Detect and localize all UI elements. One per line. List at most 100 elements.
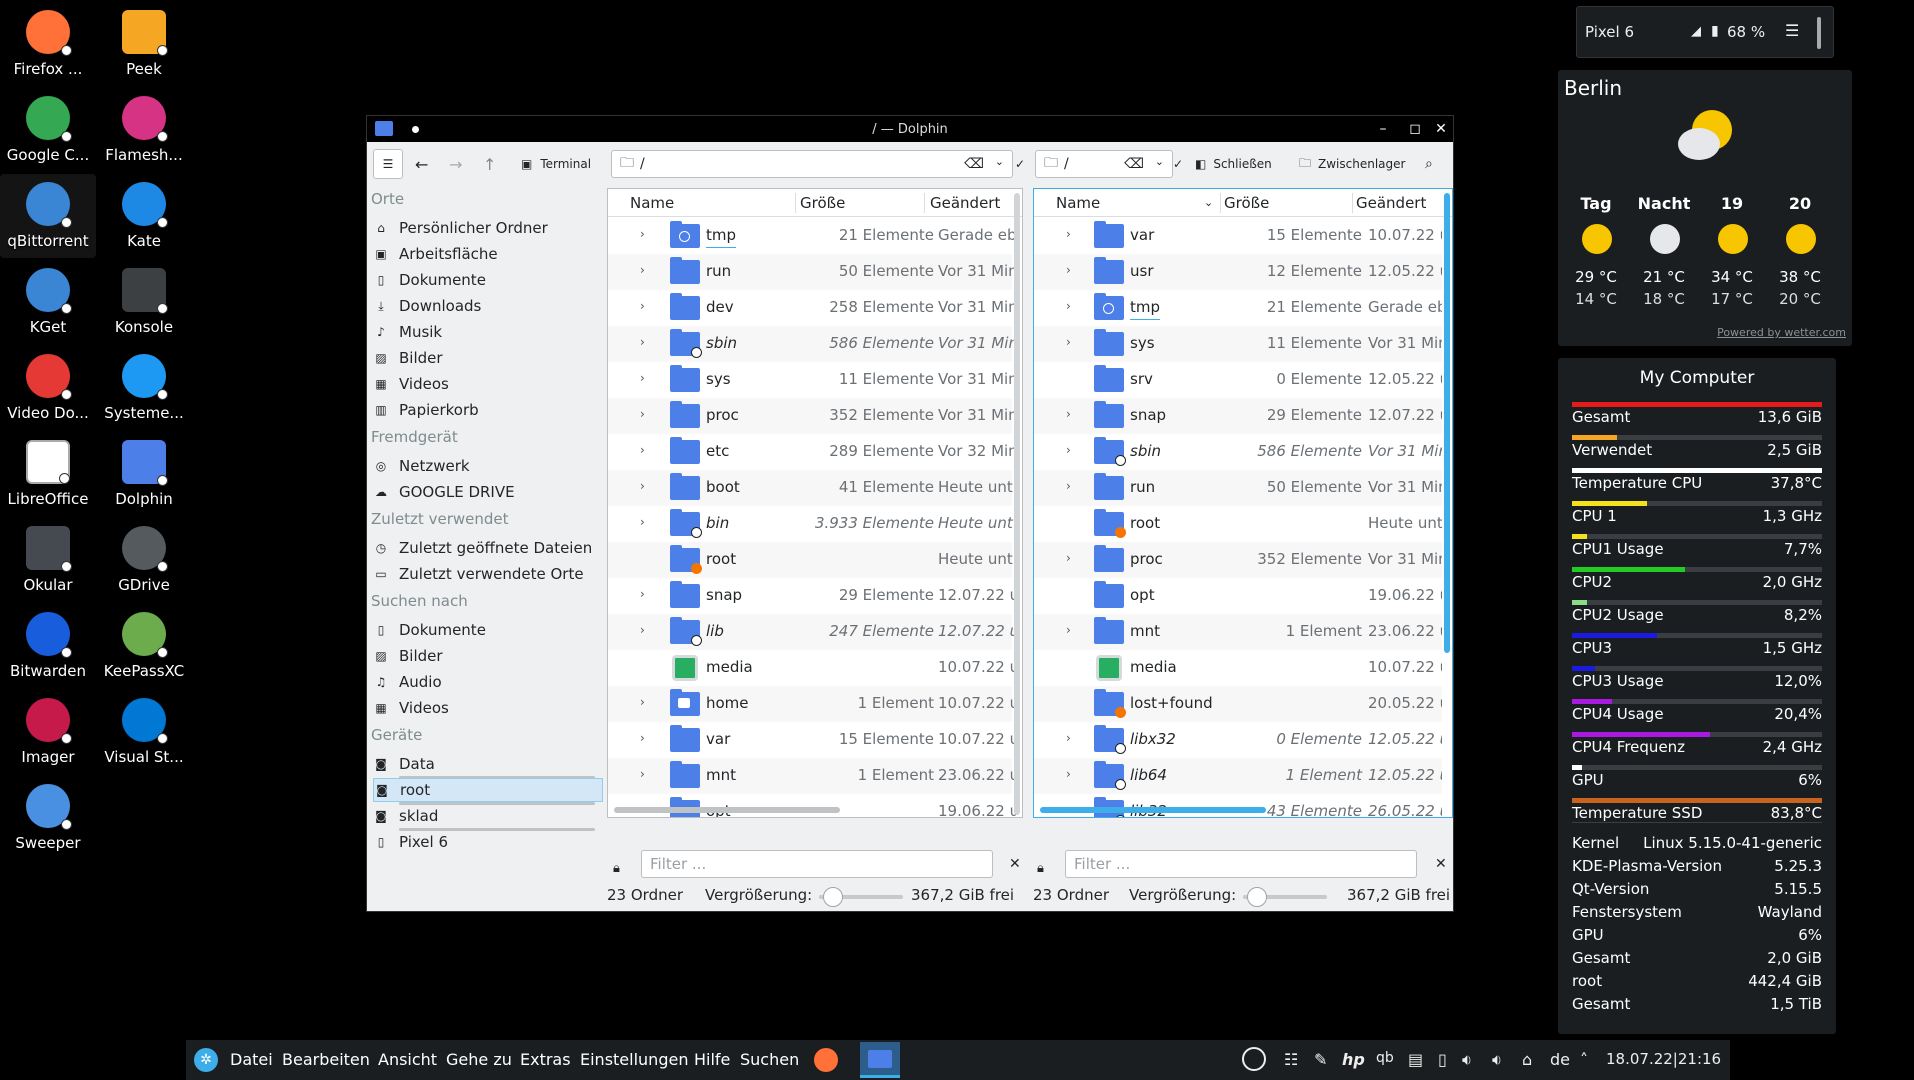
right-zoom-slider[interactable] — [1243, 887, 1327, 907]
up-button[interactable]: ↑ — [483, 149, 496, 179]
places-item[interactable]: ◙ root — [373, 778, 603, 802]
notes-icon[interactable]: ☷ — [1284, 1050, 1298, 1069]
close-split-button[interactable]: ◧ Schließen — [1195, 149, 1272, 179]
search-button[interactable]: ⌕ — [1425, 149, 1433, 179]
expand-chevron-icon[interactable]: › — [1066, 551, 1071, 565]
pen-icon[interactable]: ✎ — [1314, 1050, 1327, 1069]
expand-chevron-icon[interactable]: › — [640, 299, 645, 313]
file-row[interactable]: opt19.06.22 u — [608, 794, 1016, 817]
desktop-icon[interactable]: Kate — [96, 174, 192, 258]
file-row[interactable]: › sbin 586 Elemente Vor 31 Min — [1034, 434, 1442, 470]
kdeconnect-widget[interactable]: Pixel 6 ◢ ▮ 68 % ☰ — [1576, 6, 1834, 58]
close-filter-icon[interactable]: ✕ — [1009, 856, 1021, 872]
column-name[interactable]: Name — [1056, 194, 1100, 212]
desktop-icon[interactable]: Peek — [96, 2, 192, 86]
file-row[interactable]: media 10.07.22 u — [1034, 650, 1442, 686]
left-file-pane[interactable]: Name Größe Geändert › tmp 21 Elemente Gerad… — [607, 188, 1023, 818]
chevron-down-icon[interactable]: ⌄ — [1155, 155, 1164, 168]
column-modified[interactable]: Geändert — [1356, 194, 1426, 212]
minimize-icon[interactable]: – — [1373, 119, 1393, 139]
places-item[interactable]: ◷ Zuletzt geöffnete Dateien — [373, 536, 603, 560]
places-item[interactable]: ⌂ Persönlicher Ordner — [373, 216, 603, 240]
file-row[interactable]: › etc 289 Elemente Vor 32 Min — [608, 434, 1016, 470]
phone-icon[interactable]: ▯ — [1438, 1050, 1447, 1069]
left-location-bar[interactable]: 🗀 / ⌫ ⌄ — [611, 150, 1013, 178]
network-icon[interactable]: ⌂ — [1522, 1050, 1532, 1069]
clock[interactable]: 18.07.22|21:16 — [1606, 1050, 1721, 1068]
weather-credit[interactable]: Powered by wetter.com — [1717, 326, 1846, 339]
menu-icon[interactable]: ☰ — [1785, 21, 1799, 40]
file-row[interactable]: › snap 29 Elemente 12.07.22 u — [608, 578, 1016, 614]
right-location-bar[interactable]: 🗀 / ⌫ ⌄ — [1035, 150, 1173, 178]
expand-chevron-icon[interactable]: › — [640, 695, 645, 709]
expand-chevron-icon[interactable]: › — [640, 407, 645, 421]
expand-chevron-icon[interactable]: › — [640, 767, 645, 781]
file-row[interactable]: › tmp 21 Elemente Gerade eb — [608, 218, 1016, 254]
file-row[interactable]: › bin 3.933 Elemente Heute unt — [608, 506, 1013, 542]
expand-chevron-icon[interactable]: › — [640, 479, 645, 493]
desktop-icon[interactable]: Firefox ... — [0, 2, 96, 86]
app-launcher-icon[interactable]: ✲ — [194, 1048, 218, 1072]
desktop-icon[interactable]: Google C... — [0, 88, 96, 172]
file-row[interactable]: › proc 352 Elemente Vor 31 Min — [1034, 542, 1442, 578]
expand-chevron-icon[interactable]: › — [640, 371, 645, 385]
expand-chevron-icon[interactable]: › — [1066, 767, 1071, 781]
clipboard-button[interactable]: 🗀 Zwischenlager — [1299, 149, 1405, 179]
keyboard-layout[interactable]: de — [1550, 1050, 1570, 1069]
desktop-icon[interactable]: Dolphin — [96, 432, 192, 516]
desktop-icon[interactable]: Flamesh... — [96, 88, 192, 172]
title-bar[interactable]: / — Dolphin – ◻ ✕ — [367, 116, 1453, 142]
expand-chevron-icon[interactable]: › — [1066, 731, 1071, 745]
volume-icon[interactable]: 🔉︎ — [1462, 1050, 1472, 1070]
menu-item[interactable]: Extras — [520, 1050, 571, 1069]
clipboard-icon[interactable]: ▤ — [1408, 1050, 1423, 1069]
horizontal-scrollbar[interactable] — [614, 807, 840, 813]
back-button[interactable]: ← — [415, 149, 428, 179]
desktop-icon[interactable]: Video Do... — [0, 346, 96, 430]
volume-icon-2[interactable]: 🔉︎ — [1492, 1050, 1502, 1070]
expand-chevron-icon[interactable]: › — [1066, 623, 1071, 637]
left-apply-button[interactable]: ✓ — [1015, 149, 1025, 179]
drag-handle[interactable] — [1817, 17, 1821, 49]
column-size[interactable]: Größe — [1224, 194, 1269, 212]
desktop-icon[interactable]: qBittorrent — [0, 174, 96, 258]
hp-icon[interactable]: hp — [1342, 1050, 1365, 1069]
file-row[interactable]: ›lib3243 Elemente26.05.22 u — [1034, 794, 1442, 817]
menu-item[interactable]: Gehe zu — [446, 1050, 512, 1069]
right-file-pane[interactable]: Name ⌄ Größe Geändert › var 15 Elemente 10.… — [1033, 188, 1453, 818]
places-item[interactable]: ▥ Papierkorb — [373, 398, 603, 422]
file-row[interactable]: › tmp 21 Elemente Gerade eb — [1034, 290, 1442, 326]
clear-icon[interactable]: ⌫ — [964, 156, 984, 172]
slider-knob[interactable] — [1247, 887, 1267, 907]
expand-chevron-icon[interactable]: › — [1066, 335, 1071, 349]
expand-chevron-icon[interactable]: › — [1066, 407, 1071, 421]
file-row[interactable]: › snap 29 Elemente 12.07.22 u — [1034, 398, 1442, 434]
places-item[interactable]: ▨ Bilder — [373, 346, 603, 370]
places-item[interactable]: ⤓ Downloads — [373, 294, 603, 318]
chevron-down-icon[interactable]: ⌄ — [995, 155, 1004, 168]
places-item[interactable]: ▦ Videos — [373, 372, 603, 396]
desktop-icon[interactable]: KGet — [0, 260, 96, 344]
dolphin-task[interactable] — [860, 1042, 900, 1078]
clear-icon[interactable]: ⌫ — [1124, 156, 1144, 172]
file-row[interactable]: › home 1 Element 10.07.22 u — [608, 686, 1016, 722]
file-row[interactable]: opt19.06.22 u — [1034, 578, 1442, 614]
expand-chevron-icon[interactable]: › — [640, 623, 645, 637]
places-item[interactable]: ▦ Videos — [373, 696, 603, 720]
places-item[interactable]: ▯ Dokumente — [373, 618, 603, 642]
file-row[interactable]: root Heute unt — [1034, 506, 1442, 542]
expand-tray-icon[interactable]: ˄ — [1580, 1050, 1588, 1069]
desktop-icon[interactable]: Imager — [0, 690, 96, 774]
desktop-icon[interactable]: Sweeper — [0, 776, 96, 860]
expand-chevron-icon[interactable]: › — [1066, 443, 1071, 457]
places-item[interactable]: ◎ Netzwerk — [373, 454, 603, 478]
places-item[interactable]: ♫ Audio — [373, 670, 603, 694]
expand-chevron-icon[interactable]: › — [640, 587, 645, 601]
expand-chevron-icon[interactable]: › — [640, 731, 645, 745]
places-item[interactable]: ▨ Bilder — [373, 644, 603, 668]
file-row[interactable]: › libx32 0 Elemente 12.05.22 u — [1034, 722, 1442, 758]
right-apply-button[interactable]: ✓ — [1173, 149, 1183, 179]
record-icon[interactable] — [1242, 1047, 1266, 1071]
vertical-scrollbar[interactable] — [1014, 193, 1020, 815]
desktop-icon[interactable]: KeePassXC — [96, 604, 192, 688]
